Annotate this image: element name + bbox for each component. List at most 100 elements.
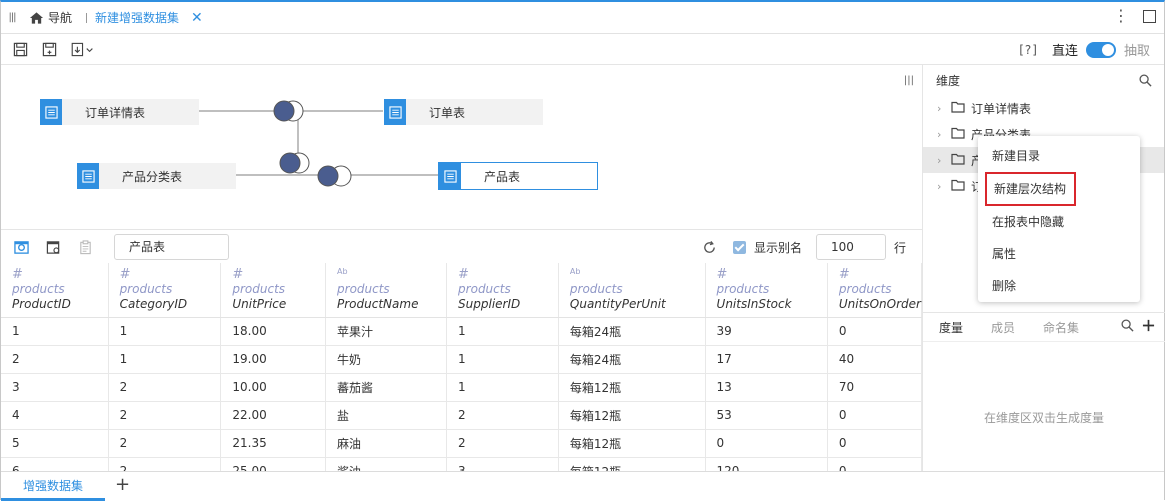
table-cell[interactable]: 21.35 bbox=[220, 429, 327, 458]
table-cell[interactable]: 4 bbox=[1, 401, 109, 430]
tab-measures[interactable]: 度量 bbox=[939, 319, 963, 336]
table-cell[interactable]: 0 bbox=[827, 429, 922, 458]
table-cell[interactable]: 19.00 bbox=[220, 345, 327, 374]
maximize-icon[interactable] bbox=[1143, 9, 1156, 23]
table-cell[interactable]: 22.00 bbox=[220, 401, 327, 430]
table-cell[interactable]: 0 bbox=[827, 457, 922, 471]
column-header[interactable]: # products ProductID bbox=[1, 263, 109, 318]
table-cell[interactable]: 酱油 bbox=[325, 457, 448, 471]
table-cell[interactable]: 0 bbox=[827, 401, 922, 430]
tab-enhanced-dataset[interactable]: 新建增强数据集 ✕ bbox=[93, 9, 203, 26]
column-header[interactable]: Ab products QuantityPerUnit bbox=[558, 263, 706, 318]
table-node-products[interactable]: 产品表 bbox=[438, 162, 598, 190]
table-cell[interactable]: 蕃茄酱 bbox=[325, 373, 448, 402]
table-cell[interactable]: 5 bbox=[1, 429, 109, 458]
sidebar-grip-icon[interactable]: ||| bbox=[1, 12, 23, 23]
table-cell[interactable]: 2 bbox=[108, 373, 222, 402]
table-cell[interactable]: 39 bbox=[705, 317, 828, 346]
table-cell[interactable]: 苹果汁 bbox=[325, 317, 448, 346]
table-cell[interactable]: 牛奶 bbox=[325, 345, 448, 374]
column-header[interactable]: Ab products ProductName bbox=[325, 263, 448, 318]
table-cell[interactable]: 25.00 bbox=[220, 457, 327, 471]
table-cell[interactable]: 麻油 bbox=[325, 429, 448, 458]
table-cell[interactable]: 53 bbox=[705, 401, 828, 430]
table-cell[interactable]: 每箱12瓶 bbox=[558, 401, 706, 430]
menu-item-delete[interactable]: 删除 bbox=[978, 270, 1140, 302]
show-alias-checkbox[interactable] bbox=[732, 240, 746, 254]
table-cell[interactable]: 盐 bbox=[325, 401, 448, 430]
refresh-icon[interactable] bbox=[702, 240, 717, 255]
context-menu: 新建目录 新建层次结构 在报表中隐藏 属性 删除 bbox=[978, 136, 1140, 302]
numeric-type-icon: # bbox=[838, 267, 850, 282]
menu-item-hide-in-report[interactable]: 在报表中隐藏 bbox=[978, 206, 1140, 238]
table-cell[interactable]: 2 bbox=[446, 401, 559, 430]
column-header[interactable]: # products UnitPrice bbox=[220, 263, 327, 318]
relation-canvas[interactable]: 订单详情表 订单表 产品分类表 产品表 ||| bbox=[1, 65, 922, 230]
table-cell[interactable]: 40 bbox=[827, 345, 922, 374]
tab-named-sets[interactable]: 命名集 bbox=[1043, 319, 1079, 336]
row-count-input[interactable]: 100 bbox=[815, 234, 886, 260]
tree-item-order-details[interactable]: › 订单详情表 bbox=[923, 95, 1164, 121]
table-cell[interactable]: 0 bbox=[705, 429, 828, 458]
preview-sql-icon[interactable] bbox=[46, 240, 61, 255]
table-cell[interactable]: 13 bbox=[705, 373, 828, 402]
tab-members[interactable]: 成员 bbox=[991, 319, 1015, 336]
table-cell[interactable]: 70 bbox=[827, 373, 922, 402]
export-dropdown-icon[interactable] bbox=[70, 41, 96, 57]
table-node-order-details[interactable]: 订单详情表 bbox=[40, 99, 199, 125]
table-cell[interactable]: 3 bbox=[446, 457, 559, 471]
table-cell[interactable]: 每箱12瓶 bbox=[558, 429, 706, 458]
table-cell[interactable]: 2 bbox=[108, 429, 222, 458]
table-cell[interactable]: 2 bbox=[108, 401, 222, 430]
save-icon[interactable] bbox=[12, 41, 28, 57]
table-cell[interactable]: 0 bbox=[827, 317, 922, 346]
nav-tab[interactable]: 导航 bbox=[23, 9, 80, 26]
table-cell[interactable]: 2 bbox=[446, 429, 559, 458]
help-icon[interactable]: [?] bbox=[1019, 43, 1038, 57]
column-header[interactable]: # products UnitsInStock bbox=[705, 263, 828, 318]
table-cell[interactable]: 1 bbox=[446, 317, 559, 346]
table-cell[interactable]: 18.00 bbox=[220, 317, 327, 346]
column-header[interactable]: # products CategoryID bbox=[108, 263, 222, 318]
search-icon[interactable] bbox=[1139, 73, 1152, 87]
table-node-orders[interactable]: 订单表 bbox=[384, 99, 543, 125]
table-cell[interactable]: 每箱12瓶 bbox=[558, 457, 706, 471]
table-cell[interactable]: 1 bbox=[446, 345, 559, 374]
numeric-type-icon: # bbox=[119, 267, 131, 282]
menu-item-new-folder[interactable]: 新建目录 bbox=[978, 140, 1140, 172]
chevron-right-icon[interactable]: › bbox=[937, 180, 945, 193]
table-cell[interactable]: 每箱24瓶 bbox=[558, 317, 706, 346]
table-node-categories[interactable]: 产品分类表 bbox=[77, 163, 236, 189]
preview-data-icon[interactable] bbox=[14, 240, 29, 255]
table-cell[interactable]: 1 bbox=[108, 317, 222, 346]
mode-toggle[interactable] bbox=[1085, 41, 1116, 58]
more-menu-icon[interactable]: ⋮ bbox=[1113, 8, 1129, 24]
table-cell[interactable]: 每箱24瓶 bbox=[558, 345, 706, 374]
column-header[interactable]: # products SupplierID bbox=[446, 263, 559, 318]
table-cell[interactable]: 6 bbox=[1, 457, 109, 471]
table-cell[interactable]: 1 bbox=[446, 373, 559, 402]
table-cell[interactable]: 2 bbox=[108, 457, 222, 471]
add-sheet-icon[interactable]: + bbox=[115, 474, 130, 495]
table-cell[interactable]: 2 bbox=[1, 345, 109, 374]
tab-enhanced-dataset-sheet[interactable]: 增强数据集 bbox=[1, 472, 105, 501]
table-name-field[interactable]: 产品表 bbox=[114, 234, 229, 260]
menu-item-new-hierarchy[interactable]: 新建层次结构 bbox=[985, 172, 1076, 206]
add-icon[interactable] bbox=[1142, 319, 1155, 332]
menu-item-properties[interactable]: 属性 bbox=[978, 238, 1140, 270]
chevron-right-icon[interactable]: › bbox=[937, 102, 945, 115]
table-cell[interactable]: 120 bbox=[705, 457, 828, 471]
table-cell[interactable]: 3 bbox=[1, 373, 109, 402]
chevron-right-icon[interactable]: › bbox=[937, 128, 945, 141]
save-as-icon[interactable] bbox=[41, 41, 57, 57]
table-cell[interactable]: 每箱12瓶 bbox=[558, 373, 706, 402]
table-cell[interactable]: 17 bbox=[705, 345, 828, 374]
table-cell[interactable]: 1 bbox=[1, 317, 109, 346]
table-cell[interactable]: 10.00 bbox=[220, 373, 327, 402]
search-icon[interactable] bbox=[1121, 319, 1134, 332]
column-header[interactable]: # products UnitsOnOrder bbox=[827, 263, 922, 318]
chevron-right-icon[interactable]: › bbox=[937, 154, 945, 167]
panel-collapse-icon[interactable]: ||| bbox=[904, 75, 914, 86]
close-icon[interactable]: ✕ bbox=[191, 10, 203, 26]
table-cell[interactable]: 1 bbox=[108, 345, 222, 374]
